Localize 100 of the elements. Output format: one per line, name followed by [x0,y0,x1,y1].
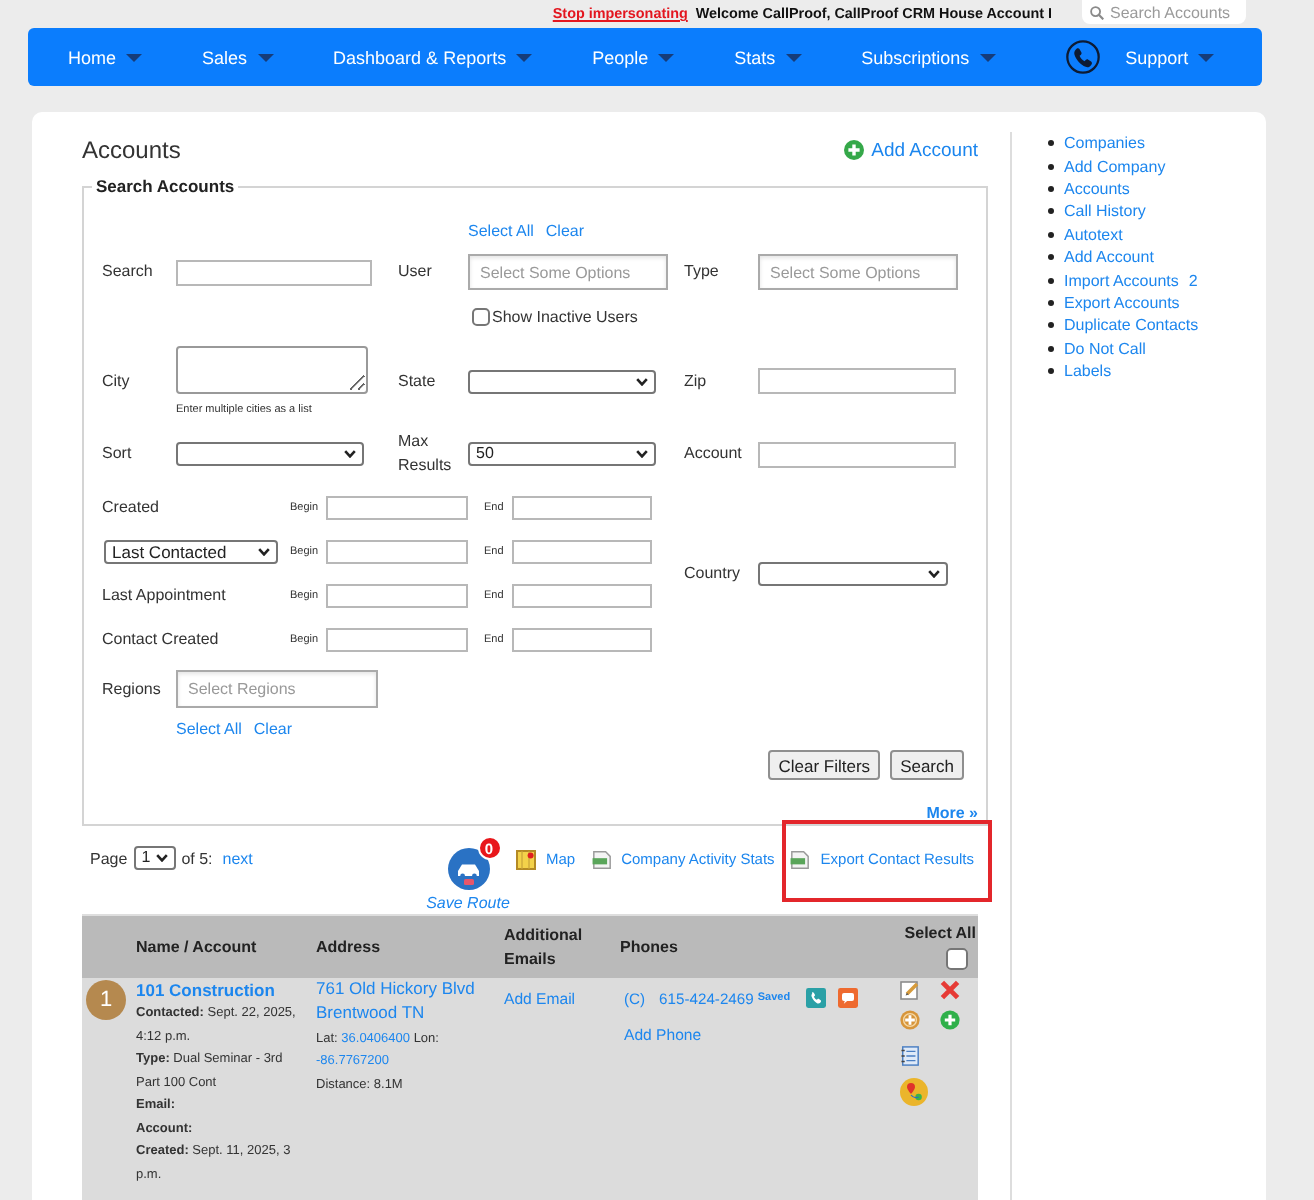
country-select[interactable] [758,562,948,586]
phone-icon[interactable] [1065,40,1100,74]
column-header: Phones [620,935,680,959]
next-page-link[interactable]: next [222,849,253,867]
map-icon [516,849,536,869]
search-icon [1090,5,1104,19]
end-date-input[interactable] [512,628,652,652]
caret-icon [516,53,533,61]
sidebar-link[interactable]: Call History [1064,202,1146,221]
begin-date-input[interactable] [326,496,468,520]
bullet-icon [1048,254,1054,261]
sort-select[interactable] [176,442,364,466]
sidebar-link[interactable]: Add Account [1064,248,1154,267]
column-header: Address [316,935,383,959]
bullet-icon [1048,299,1054,306]
car-route-icon[interactable] [447,848,489,890]
more-link[interactable]: More » [926,806,978,822]
column-header: Additional Emails [504,923,585,971]
search-input[interactable] [176,259,372,285]
field-label: Search [102,262,153,282]
notebook-icon[interactable] [900,1046,920,1066]
field-label: Created [102,498,159,518]
search-button[interactable]: Search [890,750,964,780]
column-header: Select All [904,922,976,946]
add-icon[interactable] [900,1010,920,1030]
text-link[interactable]: Clear [253,720,293,738]
account-name-link[interactable]: 101 Construction [136,978,316,1002]
sidebar-link[interactable]: Do Not Call [1064,339,1146,358]
bullet-icon [1048,322,1054,329]
field-label: Type [684,262,719,282]
begin-date-input[interactable] [326,540,468,564]
caret-icon [126,53,143,61]
field-label: Country [684,564,741,584]
sidebar-link[interactable]: Companies [1064,134,1145,153]
field-label: Last Appointment [102,586,226,606]
sidebar-link[interactable]: Accounts [1064,179,1130,198]
page-label: Page [90,849,128,867]
chevron-icon [928,570,940,578]
end-date-input[interactable] [512,584,652,608]
sidebar-link[interactable]: Duplicate Contacts [1064,316,1199,335]
phone-call-icon[interactable] [806,988,827,1008]
spreadsheet-file-icon [790,849,811,869]
sidebar-link[interactable]: Import Accounts [1064,271,1179,290]
text-link[interactable]: Select All [468,221,534,239]
bullet-icon [1048,345,1054,352]
nav-menu-item[interactable]: People [592,47,675,67]
nav-menu-item[interactable]: Stats [734,47,802,67]
bullet-icon [1048,277,1054,284]
text-link[interactable]: Select All [176,720,242,738]
nav-menu-item[interactable]: Subscriptions [861,47,996,67]
address-link[interactable]: 761 Old Hickory Blvd Brentwood TN [316,978,475,1024]
chevron-icon [636,378,648,386]
column-header: Name / Account [136,935,259,959]
checkbox-label: Show Inactive Users [492,307,638,325]
nav-menu-item[interactable]: Dashboard & Reports [333,47,533,67]
clear-filters-button[interactable]: Clear Filters [768,750,881,780]
delete-icon[interactable] [940,980,960,1000]
sidebar-link[interactable]: Autotext [1064,225,1123,244]
bullet-icon [1048,185,1054,192]
type-multiselect[interactable]: Select Some Options [758,254,958,290]
city-textarea[interactable] [176,346,368,394]
caret-icon [979,53,996,61]
begin-date-input[interactable] [326,584,468,608]
end-date-input[interactable] [512,540,652,564]
save-route-link[interactable]: Save Route [426,894,510,912]
nav-menu-item[interactable]: Home [68,47,143,67]
chat-icon[interactable] [838,988,859,1008]
nav-menu-item[interactable]: Support [1125,47,1215,67]
chevron-icon [155,854,168,862]
map-pin-icon[interactable] [900,1078,928,1106]
chevron-icon [258,548,270,556]
field-label: User [398,262,432,282]
account-input[interactable] [758,441,956,467]
search-field[interactable]: Search Accounts [1082,0,1246,24]
bullet-icon [1048,140,1054,147]
zip-input[interactable] [758,368,956,394]
bullet-icon [1048,163,1054,170]
caret-icon [1198,53,1215,61]
field-label: Zip [684,372,707,392]
begin-date-input[interactable] [326,628,468,652]
max-results-select[interactable]: 50 [468,442,656,466]
sidebar-link[interactable]: Add Company [1064,157,1166,176]
sidebar-link[interactable]: Export Accounts [1064,293,1180,312]
sidebar-link[interactable]: Labels [1064,362,1112,381]
regions-multiselect[interactable]: Select Regions [176,670,378,708]
section-legend: Search Accounts [92,176,239,196]
item-count: 2 [1188,271,1198,290]
state-select[interactable] [468,370,656,394]
nav-menu-item[interactable]: Sales [202,47,274,67]
caret-icon [785,53,802,61]
edit-icon[interactable] [900,980,920,1000]
end-date-input[interactable] [512,496,652,520]
page-select[interactable]: 1 [133,846,176,870]
add-icon [843,140,864,160]
select-all-checkbox[interactable] [946,948,968,970]
spreadsheet-file-icon [591,849,612,869]
user-multiselect[interactable]: Select Some Options [468,254,668,290]
date-type-select[interactable]: Last Contacted [104,540,278,564]
add-account-link[interactable]: Add Account [843,139,978,161]
text-link[interactable]: Clear [545,221,585,239]
